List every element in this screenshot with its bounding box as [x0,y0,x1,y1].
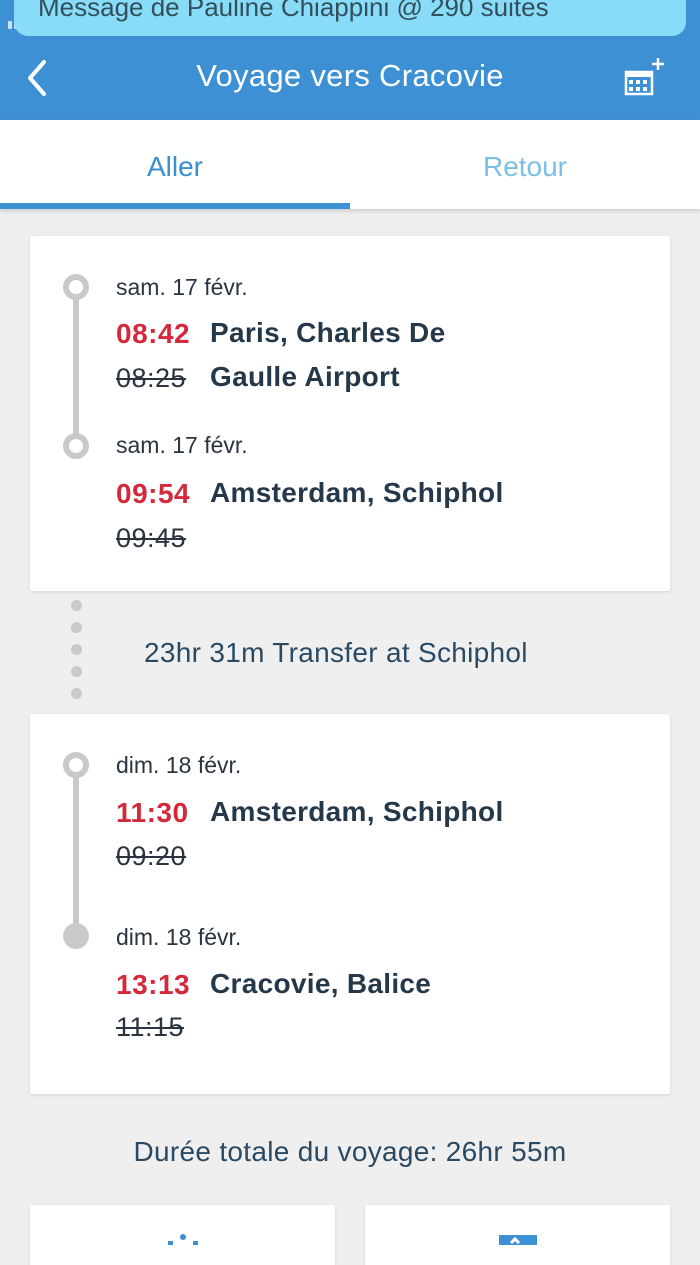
flight-leg-card-2[interactable]: dim. 18 févr. 11:30 09:20 Amsterdam, Sch… [30,714,670,1094]
timeline-node-icon [63,433,89,459]
departure-time-original: 08:25 [116,363,187,393]
departure-place: Paris, Charles De Gaulle Airport [210,311,445,399]
transfer-info: 23hr 31m Transfer at Schiphol [144,637,528,668]
tab-bar: Aller Retour [0,120,700,209]
arrival-date: dim. 18 févr. [116,924,242,950]
arrival-date: sam. 17 févr. [116,432,248,458]
notification-text: Message de Pauline Chiappini @ 290 suite… [38,0,549,22]
timeline-node-icon [63,923,89,949]
flight-leg-card-1[interactable]: sam. 17 févr. 08:42 08:25 Paris, Charles… [30,236,670,591]
page-title: Voyage vers Cracovie [196,58,504,93]
departure-place-line1: Paris, Charles De [210,317,446,348]
timeline-node-icon [63,752,89,778]
action-card-left[interactable] [30,1205,335,1265]
arrival-place: Cracovie, Balice [210,968,432,999]
departure-time-new: 11:30 [116,797,189,828]
timeline-line [73,764,79,936]
arrival-time-original: 11:15 [116,1012,185,1042]
header-bar: Voyage vers Cracovie [0,40,700,120]
tab-retour[interactable]: Retour [350,120,700,209]
arrival-time-new: 13:13 [116,969,191,1000]
departure-place-line2: Gaulle Airport [210,361,400,392]
transfer-dots-icon [71,600,83,710]
active-tab-indicator [0,203,350,209]
add-to-calendar-button[interactable] [618,54,674,102]
checkbox-icon [499,1235,537,1245]
notification-area: Message de Pauline Chiappini @ 290 suite… [0,0,700,40]
calendar-add-icon [624,58,664,96]
departure-place: Amsterdam, Schiphol [210,796,504,827]
departure-date: dim. 18 févr. [116,752,242,778]
total-duration: Durée totale du voyage: 26hr 55m [133,1136,567,1167]
departure-date: sam. 17 févr. [116,274,248,300]
action-card-right[interactable] [365,1205,670,1265]
timeline-node-icon [63,274,89,300]
departure-time-new: 08:42 [116,318,191,349]
info-icon [168,1234,198,1245]
tab-aller[interactable]: Aller [0,120,350,209]
departure-time-original: 09:20 [116,841,187,871]
timeline-line [73,286,79,446]
arrival-time-original: 09:45 [116,523,187,553]
arrival-time-new: 09:54 [116,478,191,509]
notification-banner[interactable]: Message de Pauline Chiappini @ 290 suite… [14,0,686,36]
arrival-place: Amsterdam, Schiphol [210,477,504,508]
